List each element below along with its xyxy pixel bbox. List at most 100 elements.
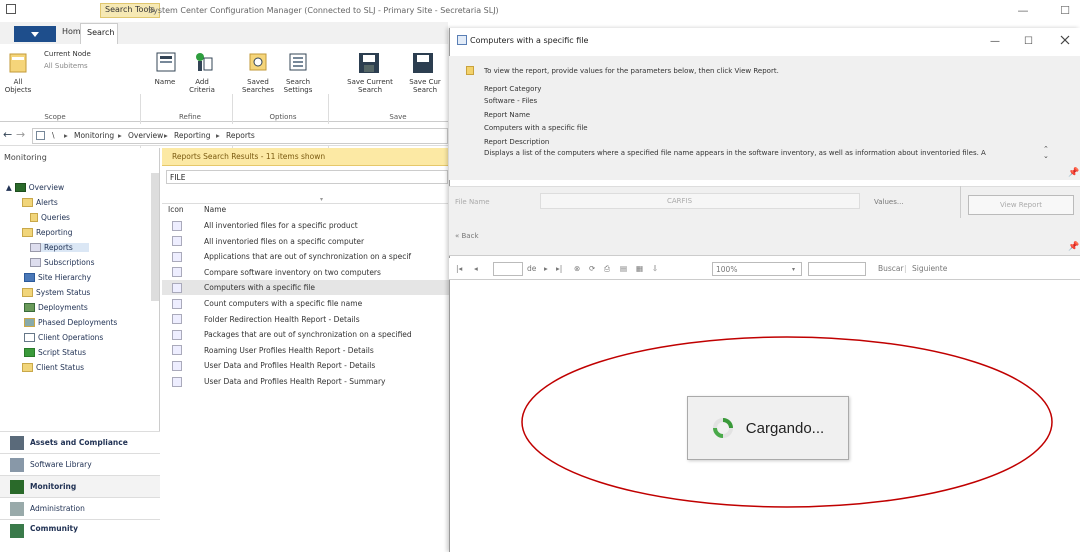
- pin-icon[interactable]: 📌: [1068, 168, 1079, 178]
- table-row[interactable]: Applications that are out of synchroniza…: [162, 249, 452, 264]
- wunderbar-community[interactable]: Community: [0, 519, 160, 552]
- back-link[interactable]: « Back: [455, 232, 479, 240]
- zoom-select[interactable]: 100% ▾: [712, 262, 802, 276]
- file-menu-button[interactable]: [14, 26, 56, 42]
- save-as-icon: [412, 52, 434, 74]
- table-row[interactable]: Computers with a specific file: [162, 280, 452, 296]
- prev-page-icon[interactable]: ◂: [474, 264, 478, 273]
- export-icon[interactable]: ⇩: [652, 264, 658, 273]
- column-name[interactable]: Name: [204, 205, 226, 214]
- page-setup-icon[interactable]: ▦: [636, 264, 643, 273]
- search-filter-input[interactable]: FILE: [166, 170, 448, 184]
- row-name: Computers with a specific file: [204, 283, 315, 293]
- search-settings-button[interactable]: Search Settings: [280, 78, 316, 94]
- breadcrumb-item[interactable]: Overview: [128, 131, 163, 140]
- table-row[interactable]: Roaming User Profiles Health Report - De…: [162, 343, 452, 358]
- report-instruction: To view the report, provide values for t…: [484, 67, 779, 75]
- table-row[interactable]: Compare software inventory on two comput…: [162, 265, 452, 280]
- nav-item-client-status[interactable]: Client Status: [22, 363, 84, 372]
- wunderbar-monitoring[interactable]: Monitoring: [0, 475, 160, 497]
- nav-item-system-status[interactable]: System Status: [22, 288, 90, 297]
- nav-item-script-status[interactable]: Script Status: [24, 348, 86, 357]
- stop-icon[interactable]: ⊗: [574, 264, 580, 273]
- nav-scrollbar[interactable]: [151, 173, 159, 301]
- table-row[interactable]: Count computers with a specific file nam…: [162, 296, 452, 311]
- next-page-icon[interactable]: ▸: [544, 264, 548, 273]
- add-criteria-button[interactable]: Add Criteria: [186, 78, 218, 94]
- values-button[interactable]: Values...: [874, 198, 904, 206]
- refine-group-label: Refine: [178, 113, 201, 121]
- all-objects-button[interactable]: All Objects: [4, 78, 32, 94]
- refresh-icon[interactable]: ⟳: [589, 264, 595, 273]
- breadcrumb-item[interactable]: Reports: [226, 131, 255, 140]
- scroll-arrows-icon[interactable]: ⌃ ⌄: [1043, 146, 1049, 160]
- column-icon[interactable]: Icon: [168, 205, 184, 214]
- nav-item-reporting[interactable]: Reporting: [22, 228, 72, 237]
- maximize-button[interactable]: ☐: [1052, 3, 1078, 19]
- table-row[interactable]: User Data and Profiles Health Report - D…: [162, 358, 452, 373]
- report-icon: [172, 345, 182, 356]
- report-minimize-button[interactable]: —: [990, 36, 1000, 47]
- row-name: User Data and Profiles Health Report - S…: [204, 377, 386, 386]
- nav-item-phased-deployments[interactable]: Phased Deployments: [24, 318, 117, 327]
- report-maximize-button[interactable]: ☐: [1024, 36, 1033, 47]
- find-next-button[interactable]: Siguiente: [912, 264, 947, 273]
- nav-item-alerts[interactable]: Alerts: [22, 198, 58, 207]
- hierarchy-icon: [24, 273, 35, 282]
- table-row[interactable]: Folder Redirection Health Report - Detai…: [162, 312, 452, 327]
- nav-item-client-operations[interactable]: Client Operations: [24, 333, 103, 342]
- column-header-row: [162, 186, 448, 204]
- back-arrow-icon[interactable]: ←: [3, 128, 12, 141]
- close-icon[interactable]: [1060, 35, 1070, 45]
- saved-searches-button[interactable]: Saved Searches: [238, 78, 278, 94]
- nav-item-deployments[interactable]: Deployments: [24, 303, 88, 312]
- nav-item-queries[interactable]: Queries: [30, 213, 70, 222]
- report-category: Software - Files: [484, 97, 538, 105]
- minimize-button[interactable]: —: [1010, 3, 1036, 19]
- report-icon: [172, 251, 182, 262]
- script-status-icon: [24, 348, 35, 357]
- all-subitems-button[interactable]: All Subitems: [44, 62, 88, 70]
- software-library-icon: [10, 457, 24, 472]
- find-input[interactable]: [808, 262, 866, 276]
- all-objects-icon: [8, 52, 28, 74]
- nav-item-site-hierarchy[interactable]: Site Hierarchy: [24, 273, 91, 282]
- wunderbar-assets-and-compliance[interactable]: Assets and Compliance: [0, 431, 160, 453]
- nav-item-overview[interactable]: ▲ Overview: [6, 183, 64, 192]
- table-row[interactable]: User Data and Profiles Health Report - S…: [162, 374, 452, 389]
- layout-icon[interactable]: ▤: [620, 264, 627, 273]
- wunderbar-software-library[interactable]: Software Library: [0, 453, 160, 475]
- name-button[interactable]: Name: [150, 78, 180, 86]
- view-report-button[interactable]: View Report: [968, 195, 1074, 215]
- row-name: Packages that are out of synchronization…: [204, 330, 412, 340]
- tab-search[interactable]: Search: [80, 23, 118, 44]
- add-criteria-icon: [194, 52, 214, 72]
- breadcrumb-item[interactable]: \: [52, 131, 55, 140]
- first-page-icon[interactable]: |◂: [456, 264, 462, 273]
- row-name: Roaming User Profiles Health Report - De…: [204, 345, 374, 355]
- nav-item-subscriptions[interactable]: Subscriptions: [30, 258, 95, 267]
- save-current-search-button[interactable]: Save Current Search: [340, 78, 400, 94]
- find-button[interactable]: Buscar: [878, 264, 904, 273]
- phased-deployments-icon: [24, 318, 35, 327]
- table-row[interactable]: All inventoried files for a specific pro…: [162, 218, 452, 233]
- print-icon[interactable]: ⎙: [604, 264, 610, 274]
- row-name: User Data and Profiles Health Report - D…: [204, 361, 376, 371]
- pin-icon[interactable]: 📌: [1068, 242, 1079, 252]
- reports-icon: [30, 243, 41, 252]
- current-node-button[interactable]: Current Node: [44, 50, 91, 58]
- nav-item-reports[interactable]: Reports: [30, 243, 89, 252]
- wunderbar-administration[interactable]: Administration: [0, 497, 160, 519]
- scope-group-label: Scope: [44, 113, 66, 121]
- forward-arrow-icon[interactable]: →: [16, 128, 25, 141]
- table-row[interactable]: Packages that are out of synchronization…: [162, 327, 452, 342]
- deployments-icon: [24, 303, 35, 312]
- breadcrumb-item[interactable]: Monitoring: [74, 131, 114, 140]
- page-number-input[interactable]: [493, 262, 523, 276]
- last-page-icon[interactable]: ▸|: [556, 264, 562, 273]
- save-current-search-as-button[interactable]: Save Cur Search: [402, 78, 448, 94]
- breadcrumb-item[interactable]: Reporting: [174, 131, 210, 140]
- table-row[interactable]: All inventoried files on a specific comp…: [162, 234, 452, 249]
- chevron-down-icon: [31, 32, 39, 37]
- file-name-input[interactable]: CARFIS: [540, 193, 860, 209]
